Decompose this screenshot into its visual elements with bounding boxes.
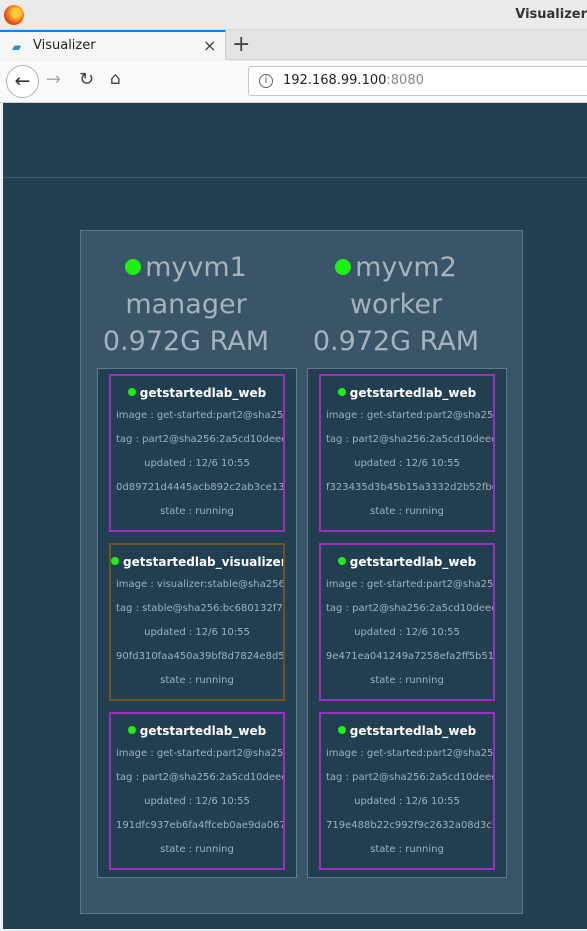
forward-button[interactable]: → [46,69,61,90]
task-card[interactable]: getstartedlab_webimage : get-started:par… [109,374,285,532]
node-header: myvm1 manager 0.972G RAM [81,231,291,360]
swarm-cluster: myvm1 manager 0.972G RAM getstartedlab_web i… [80,230,523,914]
task-state: state : running [370,506,444,517]
url-text: 192.168.99.100:8080 [283,73,424,88]
task-name: getstartedlab_visualizer [123,555,285,569]
task-running-dot-icon [337,388,346,396]
task-id: 90fd310faa450a39bf8d7824e8d528 [116,651,285,662]
tab-strip: ▰ Visualizer × + [0,30,587,60]
firefox-logo-icon [4,5,24,25]
home-button[interactable]: ⌂ [110,69,121,89]
task-name: getstartedlab_web [349,555,477,569]
task-running-dot-icon [127,726,136,734]
task-name: getstartedlab_web [139,386,267,400]
node-role: worker [349,289,443,320]
task-name-row: getstartedlab_web [111,724,283,738]
node-ram: 0.972G RAM [102,326,270,357]
node-name: myvm2 [355,252,457,283]
task-id: 191dfc937eb6fa4ffceb0ae9da067f0 [116,820,285,831]
task-image: image : get-started:part2@sha256:2a5cd10… [326,748,494,759]
task-running-dot-icon [337,726,346,734]
task-state: state : running [160,506,234,517]
url-host: 192.168.99.100 [283,73,387,88]
tab-visualizer[interactable]: ▰ Visualizer × [0,30,226,60]
node-container-list: getstartedlab_webimage : get-started:par… [97,368,297,878]
task-image: image : visualizer:stable@sha256:bc68013… [116,579,285,590]
new-tab-button[interactable]: + [232,32,250,57]
task-name-row: getstartedlab_web [321,386,493,400]
docker-whale-icon: ▰ [12,40,22,54]
close-tab-icon[interactable]: × [203,36,216,55]
task-id: 9e471ea041249a7258efa2ff5b51b1 [326,651,495,662]
task-image: image : get-started:part2@sha256:2a5cd10… [116,410,284,421]
task-image: image : get-started:part2@sha256:2a5cd10… [326,410,494,421]
node-name: myvm1 [145,252,247,283]
task-state: state : running [160,844,234,855]
node-name-row: myvm1 [81,249,291,286]
url-port: :8080 [386,73,424,88]
task-updated: updated : 12/6 10:55 [354,627,460,638]
task-name-row: getstartedlab_visualizer [111,555,283,569]
task-id: 0d89721d4445acb892c2ab3ce13cd [116,482,285,493]
task-state: state : running [160,675,234,686]
page-header-area [3,103,587,178]
task-card[interactable]: getstartedlab_webimage : get-started:par… [319,543,495,701]
node-header: myvm2 worker 0.972G RAM [291,231,501,360]
task-updated: updated : 12/6 10:55 [144,458,250,469]
back-button[interactable]: ← [6,65,39,98]
site-info-icon[interactable]: i [259,74,273,88]
task-name: getstartedlab_web [139,724,267,738]
task-running-dot-icon [111,557,119,565]
task-state: state : running [370,844,444,855]
window-titlebar: Visualizer [0,0,587,30]
task-name-row: getstartedlab_web [321,555,493,569]
task-image: image : get-started:part2@sha256:2a5cd10… [326,579,494,590]
window-title: Visualizer [515,7,587,22]
task-running-dot-icon [127,388,136,396]
task-name: getstartedlab_web [349,386,477,400]
task-card[interactable]: getstartedlab_visualizerimage : visualiz… [109,543,285,701]
task-state: state : running [370,675,444,686]
task-name-row: getstartedlab_web [111,386,283,400]
tab-label: Visualizer [33,38,96,53]
task-updated: updated : 12/6 10:55 [354,458,460,469]
node-status-dot-icon [335,259,352,275]
task-name-row: getstartedlab_web [321,724,493,738]
node-1: myvm1 manager 0.972G RAM getstartedlab_web i… [81,231,297,878]
task-card[interactable]: getstartedlab_webimage : get-started:par… [319,374,495,532]
node-role: manager [125,289,247,320]
task-tag: tag : part2@sha256:2a5cd10deee5 [326,434,495,445]
task-updated: updated : 12/6 10:55 [354,796,460,807]
task-tag: tag : part2@sha256:2a5cd10deee5 [326,772,495,783]
task-updated: updated : 12/6 10:55 [144,796,250,807]
task-id: f323435d3b45b15a3332d2b52fbd2 [326,482,495,493]
task-tag: tag : stable@sha256:bc680132f772 [116,603,285,614]
task-tag: tag : part2@sha256:2a5cd10deee5 [326,603,495,614]
node-name-row: myvm2 [291,249,501,286]
task-image: image : get-started:part2@sha256:2a5cd10… [116,748,284,759]
task-id: 719e488b22c992f9c2632a08d3c77 [326,820,495,831]
node-status-dot-icon [125,259,142,275]
reload-button[interactable]: ↻ [79,69,94,90]
task-card[interactable]: getstartedlab_webimage : get-started:par… [109,712,285,870]
url-bar[interactable]: i 192.168.99.100:8080 [248,66,587,96]
visualizer-page: myvm1 manager 0.972G RAM getstartedlab_web i… [3,103,587,929]
task-card[interactable]: getstartedlab_webimage : get-started:par… [319,712,495,870]
node-2: myvm2 worker 0.972G RAM getstartedlab_web im… [291,231,507,878]
navigation-toolbar: ← → ↻ ⌂ i 192.168.99.100:8080 [0,61,587,103]
task-updated: updated : 12/6 10:55 [144,627,250,638]
node-container-list: getstartedlab_webimage : get-started:par… [307,368,507,878]
task-tag: tag : part2@sha256:2a5cd10deee5 [116,434,285,445]
task-running-dot-icon [337,557,346,565]
task-name: getstartedlab_web [349,724,477,738]
node-ram: 0.972G RAM [312,326,480,357]
task-tag: tag : part2@sha256:2a5cd10deee5 [116,772,285,783]
